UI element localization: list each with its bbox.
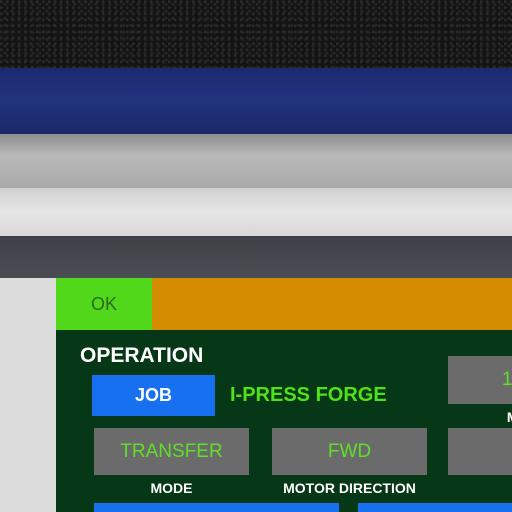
mode-button[interactable]: TRANSFER [94,428,249,475]
mode-caption: MODE [150,480,193,496]
motor-direction-button[interactable]: FWD [272,428,427,475]
bottom-button-right[interactable] [358,503,512,512]
device-blue-band [0,68,512,134]
hmi-screen: OK OPERATION JOB I-PRESS FORGE 1 MOT TRA… [56,278,512,512]
job-button[interactable]: JOB [92,375,215,416]
motor-value-button[interactable]: 1 [448,356,512,404]
device-bezel [0,0,512,68]
photo-frame: OK OPERATION JOB I-PRESS FORGE 1 MOT TRA… [0,0,512,512]
device-light-band [0,188,512,236]
motor-caption: MOT [448,409,512,425]
screen-left-frame [0,278,56,512]
screen-top-frame [0,236,512,278]
motor-direction-caption: MOTOR DIRECTION [283,480,416,496]
device-gray-band [0,134,512,188]
right-mid-caption: A [448,480,512,496]
status-ok-indicator[interactable]: OK [56,278,152,330]
section-title-operation: OPERATION [80,344,204,367]
right-mid-button[interactable] [448,428,512,475]
status-bar [152,278,512,330]
bottom-button-left[interactable] [94,503,339,512]
machine-name: I-PRESS FORGE [230,384,387,406]
